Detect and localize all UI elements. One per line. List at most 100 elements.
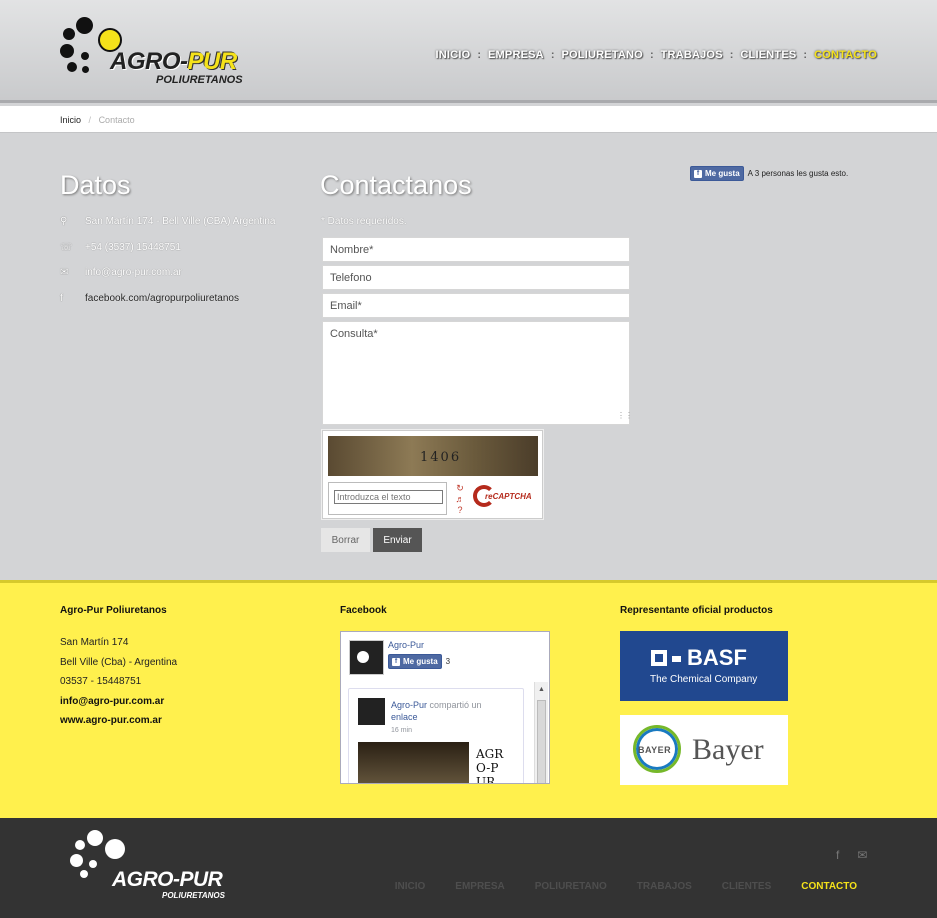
contact-email[interactable]: ✉ info@agro-pur.com.ar	[60, 267, 275, 293]
phone-icon: ☏	[60, 241, 73, 253]
contact-heading: Contactanos	[320, 170, 472, 200]
footer-nav-clientes[interactable]: CLIENTES	[722, 881, 771, 892]
page-avatar[interactable]	[349, 640, 384, 675]
phone-text: +54 (3537) 15448751	[85, 241, 181, 253]
email-link[interactable]: info@agro-pur.com.ar	[85, 267, 182, 278]
post-link[interactable]: enlace	[391, 712, 418, 722]
city-line: Bell Ville (Cba) - Argentina	[60, 656, 178, 668]
facebook-heading: Facebook	[340, 605, 387, 616]
refresh-icon[interactable]: ↻	[455, 483, 465, 493]
agropur-logo[interactable]: AGRO-PUR POLIURETANOS	[60, 14, 250, 86]
captcha-controls: ↻ ♬ ?	[455, 483, 467, 515]
scroll-up-icon[interactable]: ▲	[538, 686, 545, 693]
logo-dot	[63, 28, 75, 40]
basf-logo[interactable]: BASF The Chemical Company	[620, 631, 788, 701]
bayer-name: Bayer	[692, 733, 764, 766]
basf-dash	[672, 656, 681, 662]
basf-tagline: The Chemical Company	[650, 674, 758, 685]
site-footer: AGRO-PUR POLIURETANOS f ✉ INICIO EMPRESA…	[0, 818, 937, 918]
page-name-link[interactable]: Agro-Pur	[388, 640, 450, 650]
logo-text: AGRO-PUR	[110, 48, 237, 75]
captcha-widget: 1406 ↻ ♬ ? reCAPTCHA	[322, 430, 543, 519]
facebook-scrollbar[interactable]: ▲	[534, 682, 548, 783]
facebook-icon: f	[392, 657, 400, 666]
bayer-cross-text: BAYER	[638, 745, 672, 755]
audio-icon[interactable]: ♬	[455, 494, 465, 504]
footer-web-link[interactable]: www.agro-pur.com.ar	[60, 711, 177, 731]
page-like-count: 3	[445, 657, 451, 666]
facebook-link[interactable]: facebook.com/agropurpoliuretanos	[85, 293, 239, 304]
footer-nav-contacto[interactable]: CONTACTO	[801, 881, 857, 892]
basf-square-icon	[651, 650, 667, 666]
recaptcha-logo: reCAPTCHA	[473, 485, 532, 507]
phone-field[interactable]: Telefono	[322, 265, 630, 290]
nav-poliuretano[interactable]: POLIURETANO	[562, 49, 643, 61]
page-like-button[interactable]: f Me gusta	[388, 654, 442, 669]
logo-dot	[70, 854, 83, 867]
footer-email-link[interactable]: info@agro-pur.com.ar	[60, 692, 177, 712]
contact-phone: ☏ +54 (3537) 15448751	[60, 242, 275, 268]
mail-icon: ✉	[60, 267, 69, 278]
recaptcha-text: reCAPTCHA	[485, 491, 532, 501]
footer-nav-trabajos[interactable]: TRABAJOS	[637, 881, 692, 892]
help-icon[interactable]: ?	[455, 505, 465, 515]
required-note: * Datos requeridos.	[321, 216, 407, 227]
nav-separator: :	[477, 49, 482, 61]
message-field[interactable]: Consulta* ⋮⋮	[322, 321, 633, 425]
post-avatar[interactable]	[358, 698, 385, 725]
post-thumbnail[interactable]	[358, 742, 469, 783]
post-title[interactable]: AGR O-P UR	[476, 747, 516, 783]
logo-dot	[82, 66, 89, 73]
phone-line: 03537 - 15448751	[60, 676, 142, 688]
footer-logo[interactable]: AGRO-PUR POLIURETANOS	[70, 830, 250, 900]
footer-nav-empresa[interactable]: EMPRESA	[455, 881, 504, 892]
mail-icon[interactable]: ✉	[857, 848, 867, 862]
logo-dot	[87, 830, 103, 846]
footer-nav-inicio[interactable]: INICIO	[395, 881, 426, 892]
logo-dot	[105, 839, 125, 859]
location-pin-icon: ⚲	[60, 216, 68, 227]
logo-dot	[80, 870, 88, 878]
breadcrumb-separator: /	[88, 115, 92, 125]
nav-empresa[interactable]: EMPRESA	[488, 49, 544, 61]
breadcrumb-current: Contacto	[98, 115, 135, 125]
address-text: San Martín 174 - Bell Ville (CBA) Argent…	[85, 216, 276, 227]
submit-button[interactable]: Enviar	[373, 528, 422, 552]
name-field[interactable]: Nombre*	[322, 237, 630, 262]
footer-logo-text: AGRO-PUR	[112, 868, 223, 891]
nav-contacto[interactable]: CONTACTO	[814, 49, 877, 61]
scroll-thumb[interactable]	[537, 700, 546, 783]
breadcrumb: Inicio / Contacto	[0, 106, 937, 133]
like-label: Me gusta	[705, 169, 740, 178]
like-button[interactable]: f Me gusta	[690, 166, 744, 181]
nav-separator: :	[729, 49, 734, 61]
address-line: San Martín 174	[60, 637, 129, 648]
bayer-logo[interactable]: BAYER Bayer	[620, 715, 788, 785]
facebook-like-widget: f Me gusta A 3 personas les gusta esto.	[690, 166, 848, 181]
captcha-image: 1406	[328, 436, 538, 476]
captcha-code: 1406	[420, 450, 462, 465]
company-address: San Martín 174 Bell Ville (Cba) - Argent…	[60, 633, 177, 731]
reset-button[interactable]: Borrar	[321, 528, 370, 552]
facebook-icon[interactable]: f	[836, 848, 839, 862]
nav-inicio[interactable]: INICIO	[436, 49, 471, 61]
post-time: 16 min	[391, 727, 413, 734]
logo-dot	[76, 17, 93, 34]
basf-name: BASF	[687, 645, 747, 670]
footer-logo-subtitle: POLIURETANOS	[162, 891, 225, 900]
facebook-icon: f	[60, 292, 63, 304]
datos-heading: Datos	[60, 170, 131, 200]
captcha-input[interactable]	[334, 490, 443, 504]
post-action: compartió un	[429, 700, 482, 710]
company-heading: Agro-Pur Poliuretanos	[60, 605, 167, 616]
breadcrumb-home[interactable]: Inicio	[60, 115, 81, 125]
post-author[interactable]: Agro-Pur	[391, 700, 427, 710]
contact-facebook[interactable]: f facebook.com/agropurpoliuretanos	[60, 293, 275, 319]
facebook-icon: f	[694, 169, 702, 178]
nav-clientes[interactable]: CLIENTES	[740, 49, 796, 61]
footer-nav-poliuretano[interactable]: POLIURETANO	[535, 881, 607, 892]
email-field[interactable]: Email*	[322, 293, 630, 318]
nav-trabajos[interactable]: TRABAJOS	[661, 49, 723, 61]
nav-separator: :	[803, 49, 808, 61]
resize-grip-icon[interactable]: ⋮⋮	[617, 412, 633, 422]
